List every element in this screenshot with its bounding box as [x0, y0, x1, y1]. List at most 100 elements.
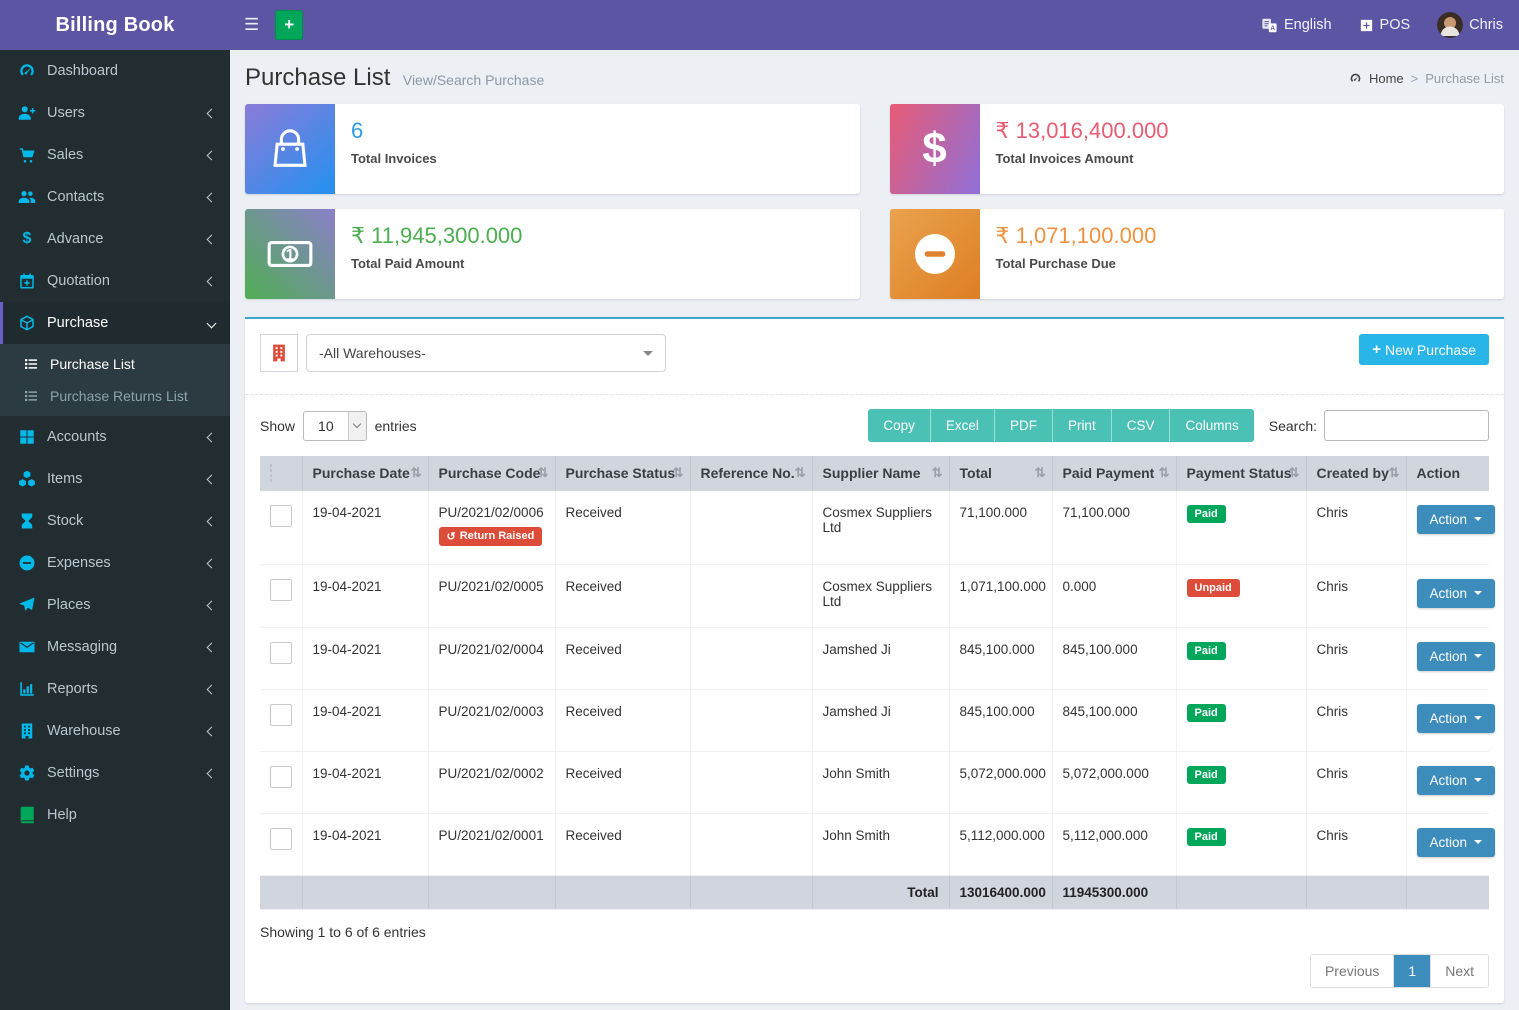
- action-button[interactable]: Action: [1417, 579, 1496, 608]
- sidebar-item-advance[interactable]: $ Advance: [0, 218, 230, 260]
- search-input[interactable]: [1324, 410, 1489, 441]
- print-button[interactable]: Print: [1052, 409, 1111, 442]
- stat-value: ₹ 13,016,400.000: [996, 118, 1169, 144]
- cell-total: 71,100.000: [949, 491, 1052, 565]
- sidebar-item-dashboard[interactable]: Dashboard: [0, 50, 230, 92]
- sort-icon: ⇅: [411, 464, 422, 482]
- sidebar-item-items[interactable]: Items: [0, 458, 230, 500]
- cell-reference: [690, 491, 812, 565]
- cell-supplier: John Smith: [812, 813, 949, 875]
- user-menu[interactable]: Chris: [1437, 12, 1503, 38]
- col-reference-no[interactable]: Reference No.⇅: [690, 456, 812, 491]
- shopping-bag-icon: [245, 104, 335, 194]
- sidebar-item-accounts[interactable]: Accounts: [0, 416, 230, 458]
- sidebar-item-contacts[interactable]: Contacts: [0, 176, 230, 218]
- cell-date: 19-04-2021: [302, 627, 428, 689]
- sidebar-item-sales[interactable]: Sales: [0, 134, 230, 176]
- language-menu[interactable]: A English: [1261, 17, 1332, 34]
- cell-action: Action: [1406, 491, 1489, 565]
- new-purchase-button[interactable]: + New Purchase: [1359, 334, 1489, 365]
- sidebar-item-purchase-returns-list[interactable]: Purchase Returns List: [0, 380, 230, 412]
- action-button[interactable]: Action: [1417, 642, 1496, 671]
- row-checkbox[interactable]: [270, 766, 292, 788]
- col-paid-payment[interactable]: Paid Payment⇅: [1052, 456, 1176, 491]
- sidebar-item-users[interactable]: Users: [0, 92, 230, 134]
- cell-supplier: Jamshed Ji: [812, 627, 949, 689]
- row-checkbox[interactable]: [270, 642, 292, 664]
- page-header: Purchase List View/Search Purchase Home …: [230, 50, 1519, 104]
- sidebar-item-warehouse[interactable]: Warehouse: [0, 710, 230, 752]
- cell-action: Action: [1406, 813, 1489, 875]
- action-button[interactable]: Action: [1417, 505, 1496, 534]
- cell-status: Received: [555, 491, 690, 565]
- sidebar-item-label: Purchase List: [50, 356, 135, 372]
- chevron-left-icon: [207, 234, 217, 244]
- csv-button[interactable]: CSV: [1111, 409, 1170, 442]
- app-logo[interactable]: Billing Book: [0, 0, 230, 50]
- page-length-select[interactable]: 10: [303, 411, 367, 441]
- select-all-checkbox[interactable]: [270, 464, 272, 482]
- sidebar-item-reports[interactable]: Reports: [0, 668, 230, 710]
- sidebar-item-stock[interactable]: Stock: [0, 500, 230, 542]
- pdf-button[interactable]: PDF: [994, 409, 1052, 442]
- gears-icon: [18, 764, 36, 782]
- col-created-by[interactable]: Created by⇅: [1306, 456, 1406, 491]
- sort-icon: ⇅: [795, 464, 806, 482]
- action-button[interactable]: Action: [1417, 828, 1496, 857]
- quick-add-button[interactable]: +: [275, 10, 303, 40]
- stat-card-total-paid-amount: 1 ₹ 11,945,300.000 Total Paid Amount: [245, 209, 860, 299]
- sidebar-item-purchase-list[interactable]: Purchase List: [0, 348, 230, 380]
- sidebar-item-settings[interactable]: Settings: [0, 752, 230, 794]
- sidebar-item-quotation[interactable]: Quotation: [0, 260, 230, 302]
- sidebar-item-label: Users: [47, 105, 85, 121]
- pagination-previous[interactable]: Previous: [1311, 955, 1393, 987]
- pagination-next[interactable]: Next: [1430, 955, 1488, 987]
- col-purchase-code[interactable]: Purchase Code⇅: [428, 456, 555, 491]
- sidebar-item-label: Places: [47, 597, 91, 613]
- stat-label: Total Invoices: [351, 151, 437, 166]
- cell-created-by: Chris: [1306, 627, 1406, 689]
- action-button[interactable]: Action: [1417, 704, 1496, 733]
- sidebar-item-label: Messaging: [47, 639, 117, 655]
- stat-label: Total Purchase Due: [996, 256, 1157, 271]
- pos-menu[interactable]: POS: [1359, 17, 1411, 33]
- table-footer-row: Total 13016400.000 11945300.000: [260, 875, 1489, 909]
- avatar: [1437, 12, 1463, 38]
- caret-down-icon: [1474, 840, 1482, 844]
- sidebar-item-messaging[interactable]: Messaging: [0, 626, 230, 668]
- col-payment-status[interactable]: Payment Status⇅: [1176, 456, 1306, 491]
- breadcrumb-home[interactable]: Home: [1369, 71, 1404, 86]
- pagination-page-1[interactable]: 1: [1393, 955, 1430, 987]
- divider: [245, 394, 1504, 395]
- excel-button[interactable]: Excel: [930, 409, 994, 442]
- warehouse-select[interactable]: -All Warehouses-: [306, 334, 666, 372]
- sidebar-toggle-icon[interactable]: ☰: [230, 15, 273, 35]
- page-title: Purchase List: [245, 64, 390, 91]
- columns-button[interactable]: Columns: [1169, 409, 1253, 442]
- copy-button[interactable]: Copy: [868, 409, 930, 442]
- sidebar-item-expenses[interactable]: Expenses: [0, 542, 230, 584]
- row-checkbox[interactable]: [270, 579, 292, 601]
- sidebar-item-help[interactable]: Help: [0, 794, 230, 836]
- col-total[interactable]: Total⇅: [949, 456, 1052, 491]
- cell-action: Action: [1406, 627, 1489, 689]
- money-bill-icon: 1: [245, 209, 335, 299]
- row-checkbox[interactable]: [270, 828, 292, 850]
- users-icon: [18, 188, 36, 206]
- warehouse-icon-box: [260, 334, 298, 372]
- sidebar-item-purchase[interactable]: Purchase: [0, 302, 230, 344]
- row-checkbox[interactable]: [270, 704, 292, 726]
- sidebar-item-places[interactable]: Places: [0, 584, 230, 626]
- select-all-header[interactable]: [260, 456, 302, 491]
- col-purchase-date[interactable]: Purchase Date⇅: [302, 456, 428, 491]
- sidebar-item-label: Purchase Returns List: [50, 388, 188, 404]
- col-supplier-name[interactable]: Supplier Name⇅: [812, 456, 949, 491]
- row-checkbox[interactable]: [270, 505, 292, 527]
- action-button[interactable]: Action: [1417, 766, 1496, 795]
- cell-code: PU/2021/02/0002: [428, 751, 555, 813]
- sort-icon: ⇅: [1389, 464, 1400, 482]
- page-length-control: Show 10 entries: [260, 411, 417, 441]
- cell-paid: 0.000: [1052, 564, 1176, 627]
- col-purchase-status[interactable]: Purchase Status⇅: [555, 456, 690, 491]
- chevron-left-icon: [207, 474, 217, 484]
